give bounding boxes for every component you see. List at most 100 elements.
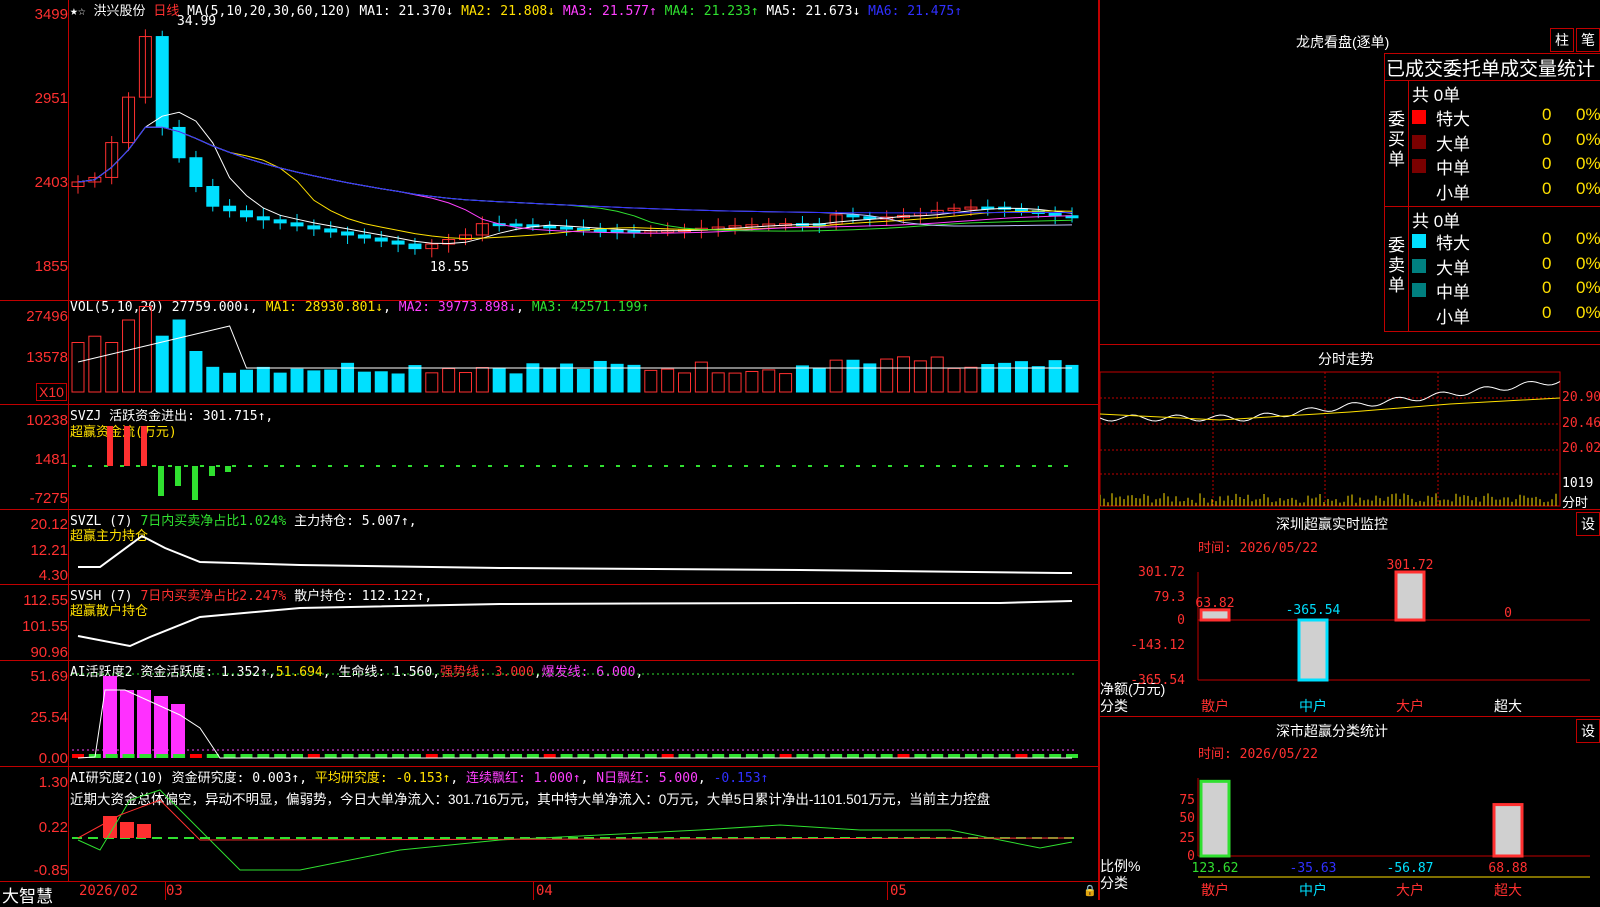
svsh-line: [77, 600, 1073, 648]
activity-base-bar: [206, 754, 219, 758]
activity-base-bar: [931, 754, 944, 758]
activity-base-bar: [880, 754, 893, 758]
main-chart-area[interactable]: ★☆ 洪兴股份 日线 MA(5,10,20,30,60,120) MA1: 21…: [0, 0, 1100, 906]
activity-base-bar: [291, 754, 304, 758]
activity-base-bar: [122, 754, 135, 758]
svzl-line: [78, 534, 1072, 574]
monitor-axis-tick: 79.3: [1154, 590, 1185, 605]
volume-bar: [779, 373, 793, 393]
volume-bar: [1014, 361, 1028, 393]
activity-base-bar: [442, 754, 455, 758]
volume-bar: [492, 367, 506, 393]
svzj-inflow-bar: [141, 426, 147, 466]
activity-base-bar: [307, 754, 320, 758]
candle-body: [610, 229, 624, 233]
monitor-category-label: 大户: [1396, 698, 1424, 714]
monitor-bar: [1199, 608, 1231, 622]
activity-base-bar: [240, 754, 253, 758]
classify-category-label: 散户: [1201, 882, 1229, 898]
volume-bar: [947, 367, 961, 393]
volume-bar: [324, 369, 338, 393]
activity-base-bar: [358, 754, 371, 758]
candle-body: [846, 214, 860, 218]
right-panel-charts: 301.72 79.3 0 -143.12 -365.54 63.82 散户 -365.54 中…: [1100, 371, 1590, 898]
monitor-category-label: 散户: [1201, 698, 1229, 714]
svzj-inflow-bar: [124, 426, 130, 466]
monitor-axis-tick: 0: [1177, 613, 1185, 628]
volume-bar: [442, 368, 456, 393]
activity-base-bar: [981, 754, 994, 758]
svzj-outflow-bar: [209, 466, 215, 476]
volume-bar: [694, 361, 708, 393]
activity-base-bar: [139, 754, 152, 758]
ma6-line: [77, 126, 1073, 214]
candle-body: [408, 243, 422, 250]
activity-base-bar: [594, 754, 607, 758]
classify-category-label: 中户: [1299, 882, 1327, 898]
volume-bar: [155, 335, 169, 393]
classify-category-label: 超大: [1494, 882, 1522, 898]
candle-body: [1048, 212, 1062, 217]
svzj-outflow-bar: [158, 466, 164, 496]
candle-body: [324, 228, 338, 233]
volume-bar: [880, 358, 894, 393]
activity-base-bar: [459, 754, 472, 758]
candle-body: [290, 222, 304, 227]
candle-body: [223, 205, 237, 212]
volume-bar: [661, 368, 675, 393]
research-bar: [120, 822, 134, 838]
volume-bar: [189, 351, 203, 393]
volume-bar: [745, 370, 759, 393]
volume-bar: [576, 368, 590, 393]
activity-base-bar: [779, 754, 792, 758]
volume-bar: [678, 372, 692, 393]
classify-bar: [1492, 803, 1524, 858]
monitor-value-label: -365.54: [1286, 603, 1341, 618]
activity-line: [77, 689, 1072, 759]
activity-base-bar: [1015, 754, 1028, 758]
activity-base-bar: [695, 754, 708, 758]
candle-body: [341, 231, 355, 236]
activity-base-bar: [408, 754, 421, 758]
volume-bar: [981, 364, 995, 393]
monitor-bar: [1394, 570, 1426, 622]
classify-value-label: -35.63: [1290, 861, 1337, 876]
volume-bar: [223, 372, 237, 393]
activity-base-bar: [425, 754, 438, 758]
classify-value-label: -56.87: [1387, 861, 1434, 876]
activity-base-bar: [846, 754, 859, 758]
kline-chart-canvas[interactable]: [0, 0, 1100, 900]
volume-bar: [88, 335, 102, 393]
classify-value-label: 68.88: [1488, 861, 1527, 876]
activity-base-bar: [341, 754, 354, 758]
volume-bar: [105, 342, 119, 393]
ma3-line: [77, 126, 1073, 234]
classify-axis-tick: 50: [1179, 811, 1195, 826]
volume-bar: [273, 372, 287, 393]
volume-bar: [71, 342, 85, 393]
volume-bar: [1031, 366, 1045, 393]
intraday-price-line: [1100, 380, 1561, 422]
vol-ma1-line: [77, 325, 1072, 369]
volume-bar: [239, 369, 253, 393]
volume-bar: [930, 356, 944, 393]
activity-base-bar: [189, 754, 202, 758]
monitor-value-label: 301.72: [1387, 558, 1434, 573]
volume-bar: [627, 364, 641, 393]
candle-body: [374, 237, 388, 242]
candle-body: [863, 216, 877, 220]
activity-base-bar: [375, 754, 388, 758]
activity-base-bar: [173, 754, 186, 758]
volume-bar: [897, 356, 911, 393]
activity-base-bar: [948, 754, 961, 758]
volume-bar: [391, 373, 405, 393]
candle-body: [273, 219, 287, 224]
activity-base-bar: [392, 754, 405, 758]
classify-category-label: 大户: [1396, 882, 1424, 898]
candle-body: [391, 240, 405, 245]
activity-base-bar: [1049, 754, 1062, 758]
candle-body: [239, 210, 253, 218]
volume-bar: [206, 366, 220, 393]
classify-axis-tick: 75: [1179, 793, 1195, 808]
candle-body: [256, 216, 270, 221]
